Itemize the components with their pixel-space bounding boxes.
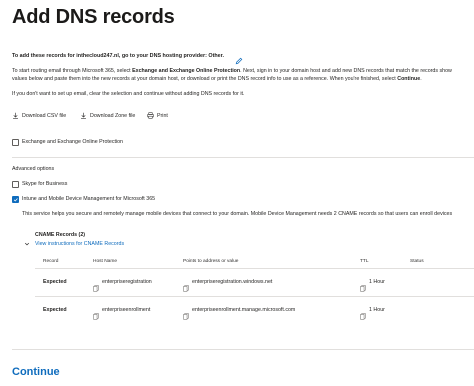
- text-segment: .: [420, 75, 422, 82]
- footer-divider: [12, 349, 474, 350]
- intune-description: This service helps you secure and remote…: [22, 211, 453, 217]
- column-header-status: Status: [410, 259, 424, 264]
- intro-heading: To add these records for inthecloud247.n…: [12, 53, 224, 59]
- ttl-cell: 1 Hour: [369, 279, 385, 285]
- print-icon: [147, 112, 154, 119]
- column-header-record: Record: [43, 259, 59, 264]
- intro-paragraph-line-1: To start routing email through Microsoft…: [12, 68, 474, 76]
- divider: [12, 157, 474, 158]
- text-segment-bold: Continue: [397, 75, 421, 82]
- points-to-cell: enterpriseenrollment.manage.microsoft.co…: [192, 307, 296, 313]
- intune-checkbox-label: Intune and Mobile Device Management for …: [22, 196, 156, 202]
- edit-pencil-icon[interactable]: [235, 52, 243, 65]
- record-cell: Expected: [43, 307, 67, 313]
- copy-icon[interactable]: [360, 307, 366, 320]
- cname-instructions-link[interactable]: View instructions for CNAME Records: [35, 241, 124, 247]
- copy-icon[interactable]: [93, 279, 99, 292]
- copy-icon[interactable]: [183, 279, 189, 292]
- download-icon: [13, 112, 18, 119]
- text-segment-bold: Exchange and Exchange Online Protection: [132, 68, 241, 74]
- print-label: Print: [157, 112, 168, 119]
- text-segment: To start routing email through Microsoft…: [12, 68, 133, 74]
- advanced-options-title: Advanced options: [12, 166, 55, 172]
- copy-icon[interactable]: [360, 279, 366, 292]
- download-csv-button[interactable]: Download CSV file: [12, 112, 66, 119]
- intune-checkbox[interactable]: [12, 196, 19, 203]
- text-segment: . Next, sign in to your domain host and …: [240, 68, 452, 74]
- setup-note: If you don't want to set up email, clear…: [12, 91, 245, 97]
- column-header-points-to: Points to address or value: [183, 259, 239, 264]
- download-icon: [81, 112, 86, 119]
- download-zone-button[interactable]: Download Zone file: [80, 112, 135, 119]
- intro-paragraph-line-2: values below and paste them into the new…: [12, 76, 474, 84]
- chevron-down-icon[interactable]: [24, 234, 30, 246]
- copy-icon[interactable]: [93, 307, 99, 320]
- host-name-cell: enterpriseregistration: [102, 279, 152, 285]
- row-divider: [35, 296, 474, 297]
- page-title: Add DNS records: [12, 6, 175, 28]
- record-cell: Expected: [43, 279, 67, 285]
- skype-checkbox[interactable]: [12, 181, 19, 188]
- exchange-checkbox-label: Exchange and Exchange Online Protection: [22, 139, 124, 145]
- intro-paragraph: To start routing email through Microsoft…: [12, 68, 474, 83]
- host-name-cell: enterpriseenrollment: [102, 307, 151, 313]
- cname-records-title[interactable]: CNAME Records (2): [35, 232, 85, 238]
- column-header-host-name: Host Name: [93, 259, 117, 264]
- text-segment: values below and paste them into the new…: [12, 75, 398, 82]
- continue-button[interactable]: Continue: [12, 366, 60, 378]
- skype-checkbox-label: Skype for Business: [22, 181, 68, 187]
- ttl-cell: 1 Hour: [369, 307, 385, 313]
- exchange-checkbox[interactable]: [12, 139, 19, 146]
- download-csv-label: Download CSV file: [22, 112, 67, 119]
- download-zone-label: Download Zone file: [90, 112, 136, 119]
- checkmark-icon: [13, 198, 18, 202]
- column-header-ttl: TTL: [360, 259, 369, 264]
- points-to-cell: enterpriseregistration.windows.net: [192, 279, 273, 285]
- table-header-divider: [35, 268, 474, 269]
- print-button[interactable]: Print: [147, 112, 168, 119]
- copy-icon[interactable]: [183, 307, 189, 320]
